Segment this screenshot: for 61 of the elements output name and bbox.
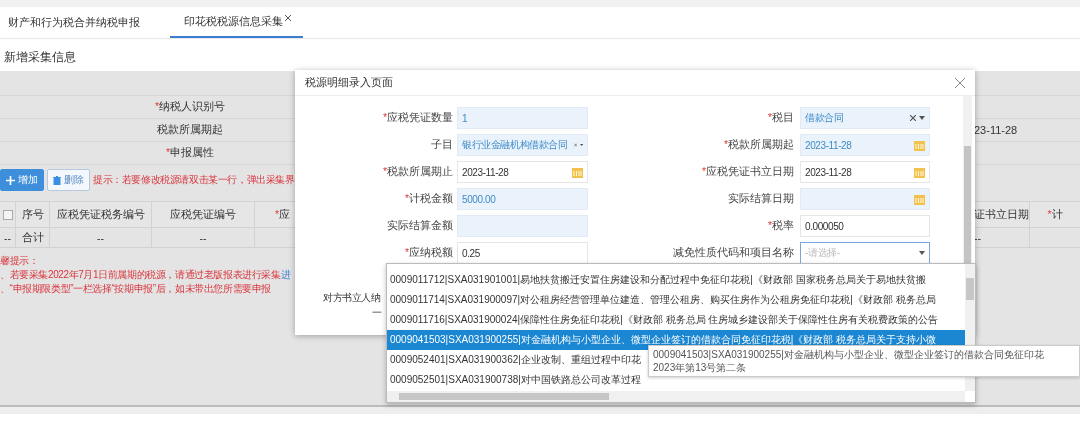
date-field[interactable]: 2023-11-28 — [457, 161, 588, 183]
form-label: 实际结算金额 — [387, 219, 453, 233]
calendar-icon[interactable] — [914, 166, 925, 178]
column-header: *计 — [1047, 207, 1063, 222]
form-label: 对方书立人纳 — [323, 291, 381, 305]
tooltip: 0009041503|SXA031900255|对金融机构与小型企业、微型企业签订的借款合同免征印花 2023年第13号第二条 — [648, 345, 1080, 377]
column-header: 证书立日期 — [974, 207, 1029, 222]
form-label: 一 — [372, 306, 382, 320]
dialog-title: 税源明细录入页面 — [305, 75, 393, 90]
tab[interactable]: 财产和行为税合并纳税申报 — [0, 7, 148, 38]
form-label: *应税凭证数量 — [382, 111, 453, 125]
field-value: 23-11-28 — [974, 124, 1018, 136]
form-label: 实际结算日期 — [728, 192, 794, 206]
close-icon[interactable] — [285, 15, 291, 21]
column-header: *应 — [275, 207, 291, 222]
table-cell: -- — [97, 231, 104, 244]
form-label: *税率 — [767, 219, 794, 233]
form-label: 减免性质代码和项目名称 — [673, 246, 794, 260]
table-cell: -- — [199, 231, 207, 244]
form-label: *纳税人识别号 — [154, 100, 226, 112]
form-label: 子目 — [431, 138, 453, 152]
notice-title: 馨提示： — [0, 254, 40, 268]
form-label: *税款所属期起 — [723, 138, 794, 152]
column-header: 应税凭证编号 — [170, 207, 236, 222]
input-field[interactable]: 0.25 — [457, 242, 588, 264]
column-header: 应税凭证税务编号 — [56, 207, 145, 222]
dropdown-option[interactable]: 0009011712|SXA031901001|易地扶贫搬迁安置住房建设和分配过程中免征印花税|《财政部 国家税务总局关于易地扶贫搬 — [387, 270, 965, 290]
caret-icon[interactable] — [919, 116, 925, 120]
caret-icon[interactable] — [919, 251, 925, 255]
notice-text: 、若要采集2022年7月1日前属期的税源，请通过老版报表进行采集 — [0, 269, 281, 280]
date-field[interactable] — [800, 188, 930, 210]
caret-icon[interactable] — [579, 143, 583, 147]
form-label: *应纳税额 — [404, 246, 453, 260]
form-label: *申报属性 — [165, 146, 215, 158]
clear-icon[interactable] — [910, 115, 916, 121]
input-field[interactable] — [457, 215, 588, 237]
scrollbar[interactable] — [387, 391, 965, 402]
date-field[interactable]: 2023-11-28 — [800, 161, 930, 183]
checkbox[interactable] — [2, 209, 13, 220]
section-title: 新增采集信息 — [3, 49, 77, 66]
dropdown-option[interactable]: 0009011716|SXA031900024|保障性住房免征印花税|《财政部 税务总局 住房城乡建设部关于保障性住房有关税费政策的公告 — [387, 310, 965, 330]
form-label: *计税金额 — [404, 192, 453, 206]
form-label: *税款所属期止 — [382, 165, 453, 179]
table-cell: 合计 — [21, 230, 44, 245]
notice-text: 、“申报期限类型”一栏选择“按期申报”后，如未带出您所需要申报 — [0, 283, 271, 294]
close-icon[interactable] — [955, 77, 965, 88]
plus-icon — [6, 175, 15, 185]
column-header: 序号 — [21, 207, 44, 222]
table-cell: -- — [974, 231, 981, 244]
tab[interactable]: 印花税税源信息采集 — [170, 7, 303, 38]
table-cell: -- — [4, 231, 11, 244]
hint-text: 提示：若要修改税源请双击某一行，弹出采集界 — [93, 173, 295, 187]
form-label: *应税凭证书立日期 — [701, 165, 794, 179]
calendar-icon[interactable] — [914, 193, 925, 205]
trash-icon — [53, 175, 61, 185]
form-label: *税目 — [767, 111, 794, 125]
form-label: 税款所属期起 — [157, 123, 223, 135]
input-field[interactable]: 0.000050 — [800, 215, 930, 237]
calendar-icon[interactable] — [572, 166, 583, 178]
dropdown-option[interactable]: 0009011714|SXA031900097|对公租房经营管理单位建造、管理公租房、购买住房作为公租房免征印花税|《财政部 税务总局 — [387, 290, 965, 310]
calendar-icon[interactable] — [914, 139, 925, 151]
